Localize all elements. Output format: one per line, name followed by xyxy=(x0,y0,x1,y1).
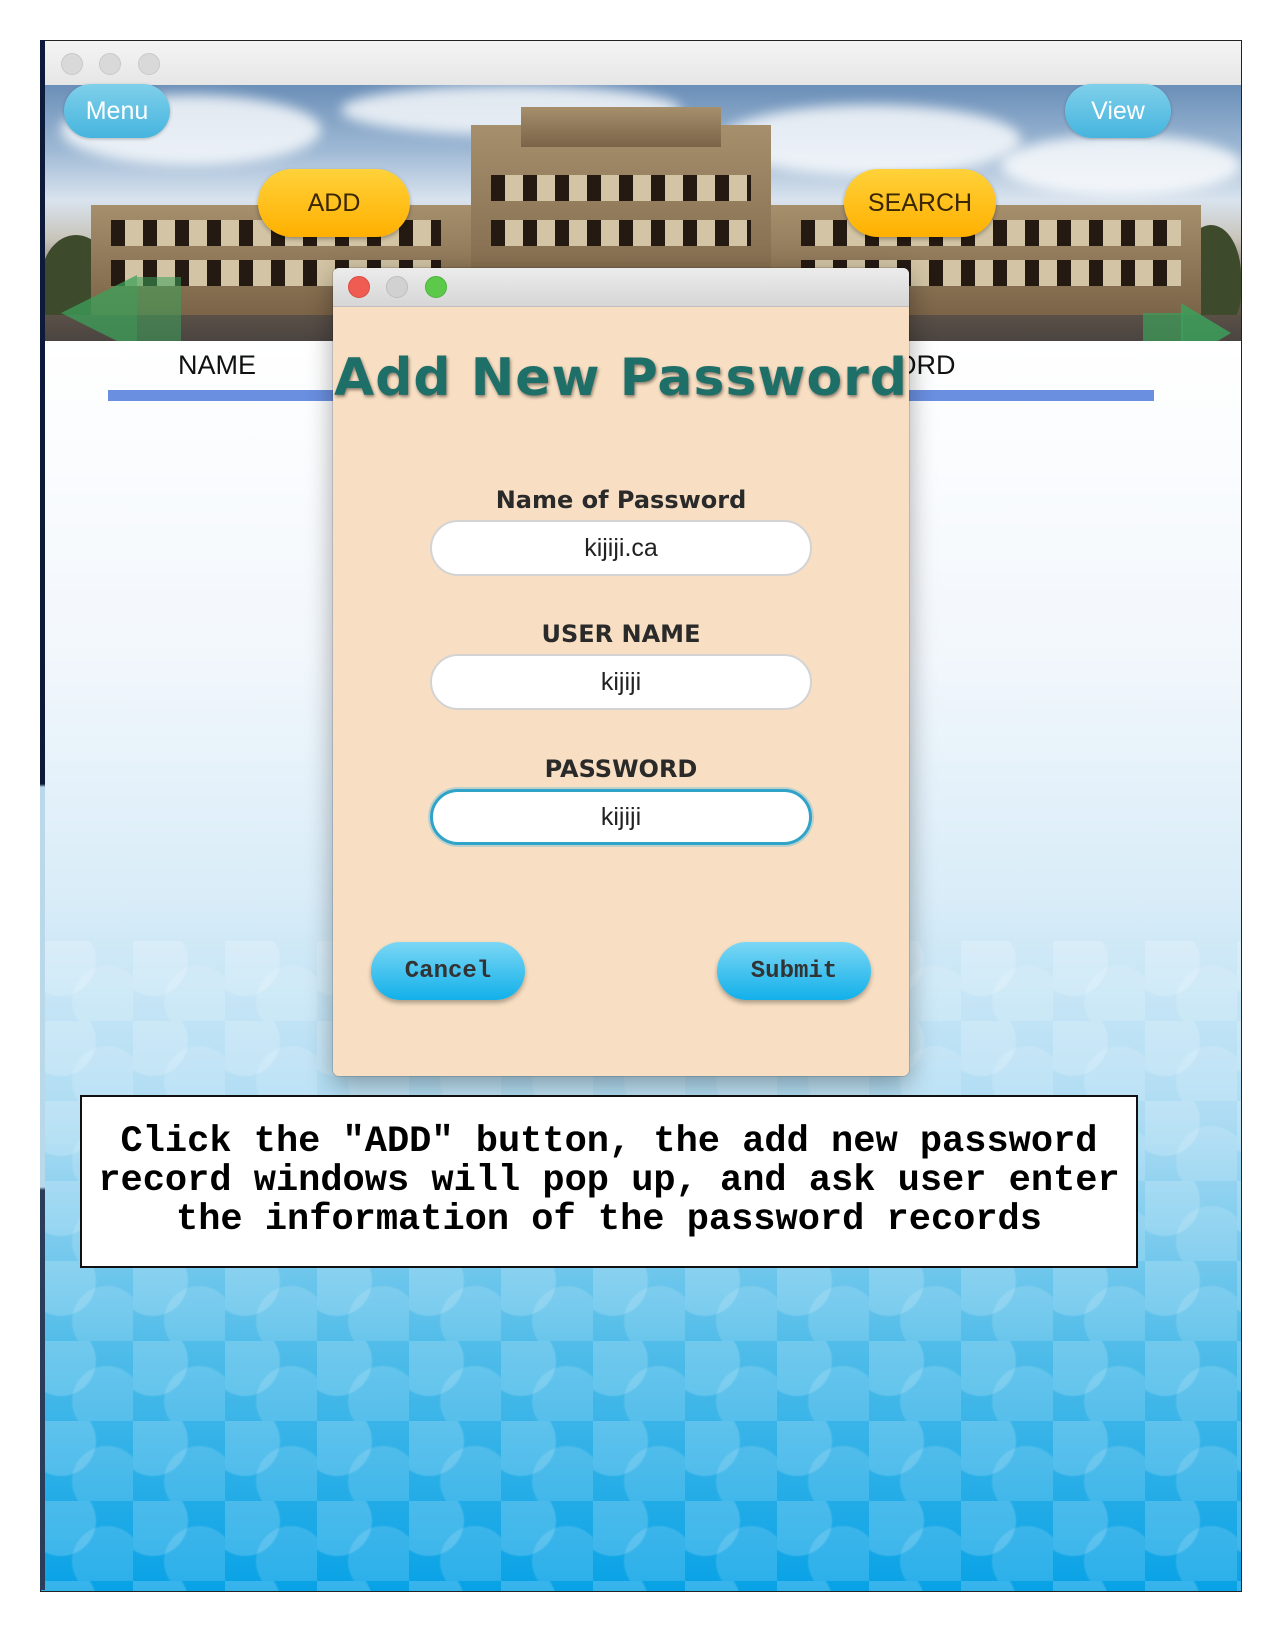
add-button[interactable]: ADD xyxy=(258,169,410,237)
cancel-button[interactable]: Cancel xyxy=(371,942,525,1000)
view-button[interactable]: View xyxy=(1065,84,1171,138)
dialog-zoom-icon[interactable] xyxy=(425,276,447,298)
dialog-close-icon[interactable] xyxy=(348,276,370,298)
previous-arrow-tail xyxy=(137,277,181,349)
window-zoom-icon[interactable] xyxy=(138,53,160,75)
search-button[interactable]: SEARCH xyxy=(844,169,996,237)
dialog-minimize-icon[interactable] xyxy=(386,276,408,298)
name-of-password-input[interactable] xyxy=(430,520,812,576)
window-titlebar xyxy=(41,41,1241,85)
dialog-titlebar xyxy=(333,268,909,307)
column-header-name: NAME xyxy=(178,350,257,380)
window-left-edge xyxy=(40,40,45,1590)
instruction-caption: Click the "ADD" button, the add new pass… xyxy=(80,1095,1138,1268)
add-password-dialog: Add New Password Name of Password USER N… xyxy=(333,268,909,1076)
dialog-title: Add New Password xyxy=(333,348,909,408)
user-name-input[interactable] xyxy=(430,654,812,710)
password-input[interactable] xyxy=(430,789,812,845)
column-password-underline xyxy=(890,390,1154,401)
column-name-underline xyxy=(108,390,348,401)
password-label: PASSWORD xyxy=(544,755,698,783)
submit-button[interactable]: Submit xyxy=(717,942,871,1000)
window-minimize-icon[interactable] xyxy=(99,53,121,75)
menu-button[interactable]: Menu xyxy=(64,84,170,138)
name-of-password-label: Name of Password xyxy=(495,486,747,514)
window-close-icon[interactable] xyxy=(61,53,83,75)
user-name-label: USER NAME xyxy=(541,620,701,648)
previous-arrow-icon[interactable] xyxy=(61,275,137,351)
